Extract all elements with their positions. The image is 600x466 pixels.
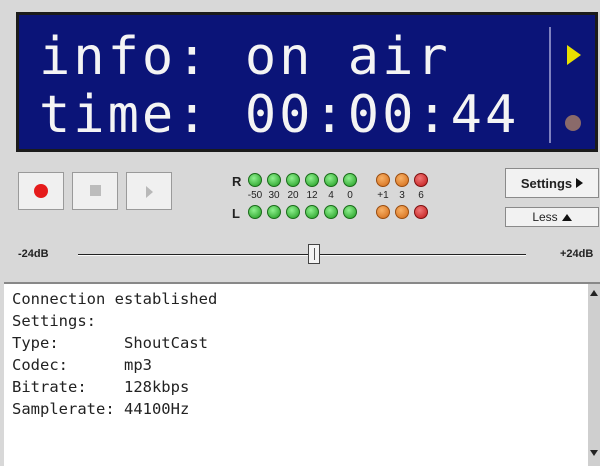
record-indicator-icon (565, 115, 581, 131)
led-left-2 (286, 205, 300, 219)
led-left-6 (376, 205, 390, 219)
settings-label: Settings (520, 175, 573, 191)
led-left-4 (324, 205, 338, 219)
led-left-8 (414, 205, 428, 219)
log-line: Connection established (12, 290, 218, 308)
led-left-0 (248, 205, 262, 219)
log-scrollbar[interactable] (588, 284, 600, 466)
scroll-up-icon[interactable] (590, 290, 598, 296)
led-left-5 (343, 205, 357, 219)
led-right-8 (414, 173, 428, 187)
log-area[interactable]: Connection established Settings: Type: Sho… (4, 282, 600, 466)
meter-scale-label: 0 (347, 190, 353, 201)
play-icon (146, 186, 153, 198)
chevron-right-icon (576, 178, 584, 188)
led-left-1 (267, 205, 281, 219)
volume-slider-thumb[interactable] (308, 244, 320, 264)
scroll-down-icon[interactable] (590, 450, 598, 456)
led-right-0 (248, 173, 262, 187)
led-left-3 (305, 205, 319, 219)
volume-min-label: -24dB (18, 248, 49, 260)
right-channel-label: R (232, 174, 242, 189)
volume-slider-track[interactable] (78, 254, 526, 256)
led-right-1 (267, 173, 281, 187)
time-line: time: 00:00:44 (39, 85, 520, 145)
log-line: Settings: (12, 312, 96, 330)
volume-max-label: +24dB (560, 248, 594, 260)
log-line: Type: ShoutCast (12, 334, 208, 352)
play-button[interactable] (126, 172, 172, 210)
display-separator (549, 27, 551, 143)
record-button[interactable] (18, 172, 64, 210)
log-line: Codec: mp3 (12, 356, 152, 374)
led-right-7 (395, 173, 409, 187)
less-button[interactable]: Less (505, 207, 599, 227)
led-right-3 (305, 173, 319, 187)
play-indicator-icon (567, 45, 581, 65)
chevron-up-icon (561, 213, 572, 221)
info-line: info: on air (39, 27, 451, 87)
settings-button[interactable]: Settings (505, 168, 599, 198)
left-channel-label: L (232, 206, 240, 221)
meter-scale-label: 6 (418, 190, 424, 201)
status-display: info: on air time: 00:00:44 (16, 12, 598, 152)
led-left-7 (395, 205, 409, 219)
led-right-5 (343, 173, 357, 187)
led-right-6 (376, 173, 390, 187)
stop-icon (90, 185, 101, 196)
led-right-2 (286, 173, 300, 187)
record-icon (34, 184, 48, 198)
log-line: Bitrate: 128kbps (12, 378, 190, 396)
led-right-4 (324, 173, 338, 187)
stop-button[interactable] (72, 172, 118, 210)
log-line: Samplerate: 44100Hz (12, 400, 190, 418)
less-label: Less (532, 210, 558, 224)
